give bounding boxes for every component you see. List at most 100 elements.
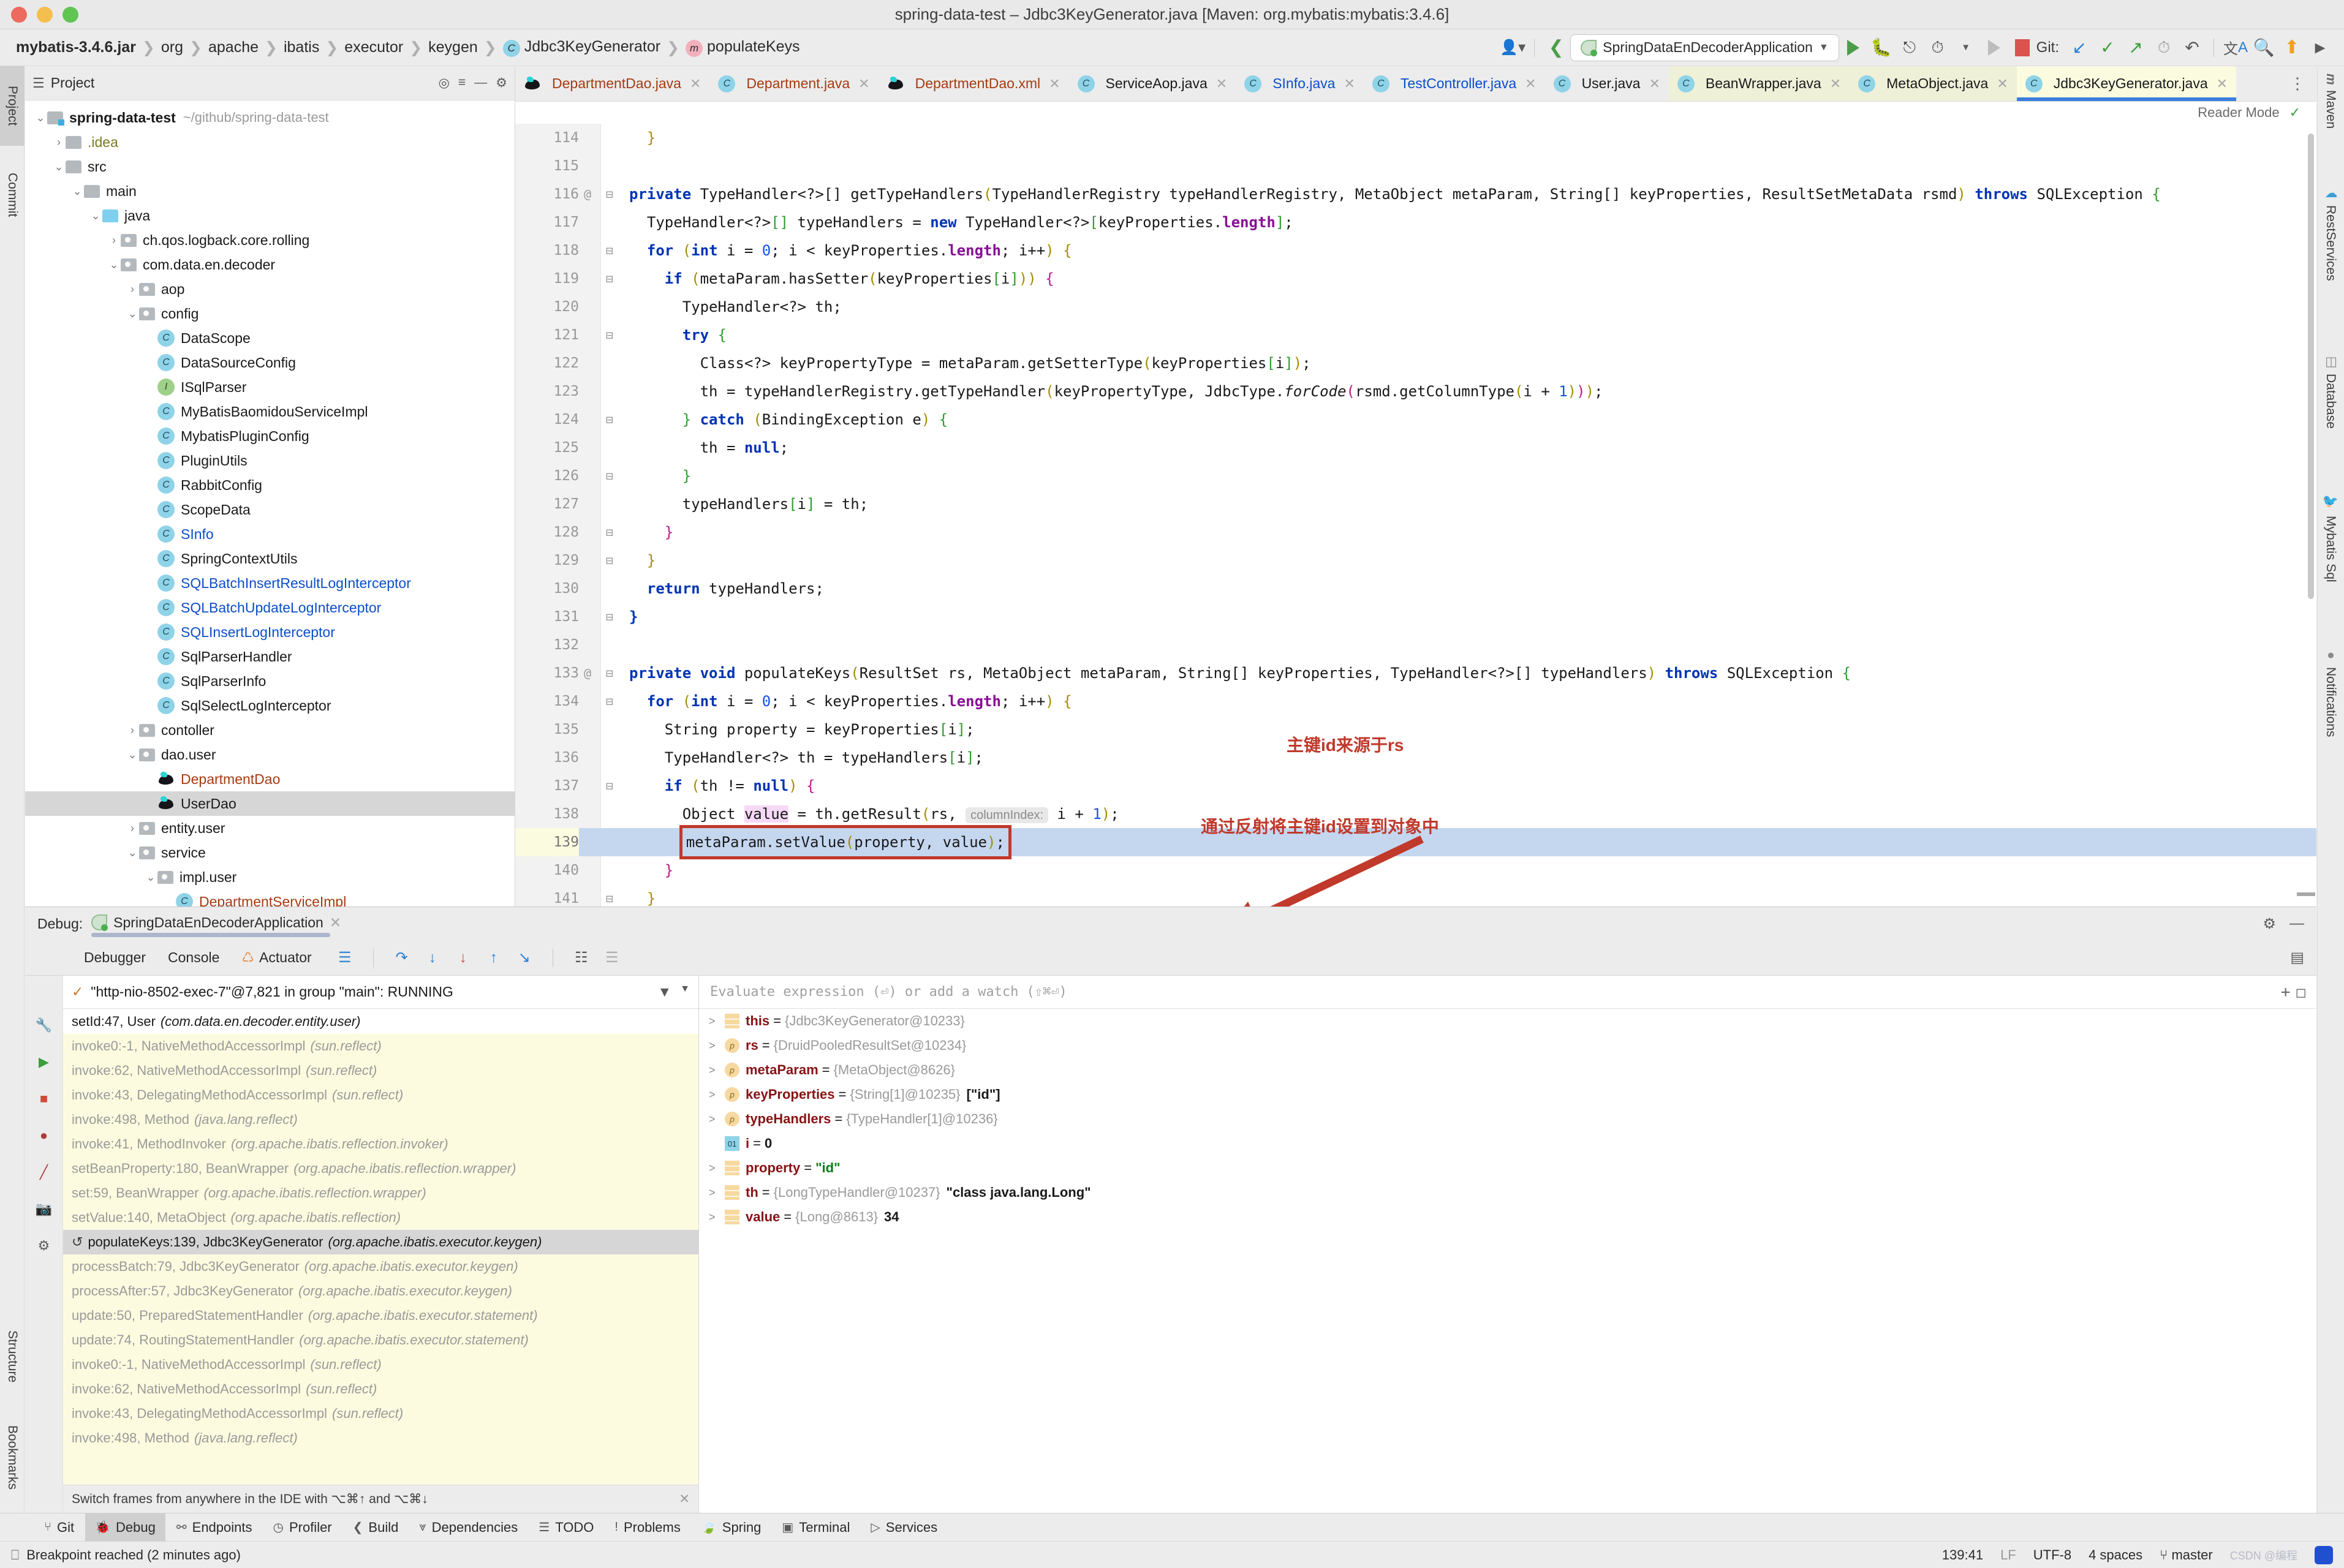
tab-sinfo-java[interactable]: C SInfo.java ✕ — [1236, 66, 1364, 101]
code-line-121[interactable]: 121 ⊟ try { — [515, 321, 2316, 349]
frame-row[interactable]: invoke:62, NativeMethodAccessorImpl (sun.… — [63, 1377, 698, 1401]
chevron-down-icon[interactable]: ⌄ — [107, 258, 121, 271]
chevron-right-icon[interactable]: > — [709, 1039, 725, 1052]
chevron-down-icon[interactable]: ⌄ — [126, 307, 139, 320]
git-branch[interactable]: ⑂ master — [2160, 1547, 2213, 1563]
tree-node-config[interactable]: ⌄ config — [25, 301, 515, 326]
chevron-right-icon[interactable]: > — [709, 1088, 725, 1101]
add-watch-icon[interactable]: + — [2281, 983, 2297, 1001]
undo-icon[interactable]: ↶ — [2178, 34, 2206, 62]
breadcrumb-item-keygen[interactable]: keygen — [425, 39, 482, 56]
chevron-right-icon[interactable]: > — [709, 1211, 725, 1224]
chevron-right-icon[interactable]: › — [107, 234, 121, 247]
camera-icon[interactable]: 📷 — [34, 1199, 55, 1219]
bottom-tab-todo[interactable]: ☰ TODO — [529, 1513, 603, 1542]
tree-node-sqlselectloginterceptor[interactable]: C SqlSelectLogInterceptor — [25, 693, 515, 718]
chevron-right-icon[interactable]: > — [709, 1186, 725, 1199]
reader-mode-check-icon[interactable]: ✓ — [2289, 105, 2301, 121]
breadcrumb-item-apache[interactable]: apache — [205, 39, 262, 56]
gear-icon[interactable]: ⚙ — [2263, 915, 2276, 933]
mute-breakpoints-icon[interactable]: ☰ — [602, 948, 622, 968]
tree-node-java[interactable]: ⌄ java — [25, 203, 515, 228]
hide-icon[interactable]: — — [474, 75, 487, 91]
code-line-124[interactable]: 124 ⊟ } catch (BindingException e) { — [515, 405, 2316, 434]
rerun-icon[interactable] — [1980, 34, 2008, 62]
editor-vertical-scrollbar[interactable] — [2308, 134, 2314, 599]
variable-row[interactable]: > value = {Long@8613} 34 — [699, 1205, 2316, 1229]
sidebar-item-notifications[interactable]: ● Notifications — [2317, 648, 2344, 801]
close-tab-icon[interactable]: ✕ — [690, 76, 701, 92]
code-fold-icon[interactable]: ⊟ — [606, 236, 613, 265]
code-fold-icon[interactable]: ⊟ — [606, 603, 613, 631]
chevron-down-icon[interactable]: ⌄ — [34, 111, 47, 124]
chevron-down-icon[interactable]: ⌄ — [70, 185, 84, 198]
resume-icon[interactable]: ▶ — [34, 1052, 55, 1072]
profiler-dropdown-icon[interactable]: ▼ — [1952, 34, 1980, 62]
override-marker-icon[interactable]: @ — [584, 659, 591, 687]
mute-icon[interactable]: ● — [34, 1125, 55, 1146]
breadcrumb[interactable]: mybatis-3.4.6.jar ❯ org ❯ apache ❯ ibati… — [12, 38, 804, 57]
tree-node-mybatispluginconfig[interactable]: C MybatisPluginConfig — [25, 424, 515, 448]
chevron-right-icon[interactable]: > — [709, 1064, 725, 1077]
chevron-right-icon[interactable]: › — [126, 822, 139, 835]
search-icon[interactable]: 🔍 — [2250, 34, 2278, 62]
code-line-120[interactable]: 120 TypeHandler<?> th; — [515, 293, 2316, 321]
bottom-tab-git[interactable]: ⑂ Git — [34, 1513, 84, 1542]
tab-actuator[interactable]: ♺ Actuator — [232, 949, 321, 966]
tree-node-com-data-en-decoder[interactable]: ⌄ com.data.en.decoder — [25, 252, 515, 277]
tree-node-src[interactable]: ⌄ src — [25, 154, 515, 179]
tab-serviceaop-java[interactable]: C ServiceAop.java ✕ — [1069, 66, 1236, 101]
target-icon[interactable]: ◎ — [439, 75, 450, 91]
tree-node-sqlbatchinsertresultloginterceptor[interactable]: C SQLBatchInsertResultLogInterceptor — [25, 571, 515, 595]
tree-node-ch-qos-logback-core-rolling[interactable]: › ch.qos.logback.core.rolling — [25, 228, 515, 252]
breadcrumb-item-method[interactable]: m populateKeys — [682, 38, 804, 57]
tree-node-sinfo[interactable]: C SInfo — [25, 522, 515, 546]
code-line-133[interactable]: 133 @ ⊟ private void populateKeys(ResultSet… — [515, 659, 2316, 687]
collapse-icon[interactable]: ≡ — [458, 75, 466, 91]
code-line-125[interactable]: 125 th = null; — [515, 434, 2316, 462]
tree-node-entity-user[interactable]: › entity.user — [25, 816, 515, 840]
bottom-tab-terminal[interactable]: ▣ Terminal — [772, 1513, 860, 1542]
close-tab-icon[interactable]: ✕ — [1830, 76, 1841, 92]
translate-icon[interactable]: 文A — [2221, 34, 2250, 62]
frame-row[interactable]: ↺ populateKeys:139, Jdbc3KeyGenerator (org… — [63, 1230, 698, 1254]
debug-session-tab[interactable]: SpringDataEnDecoderApplication ✕ — [91, 914, 341, 937]
frame-row[interactable]: invoke:41, MethodInvoker (org.apache.ibat… — [63, 1132, 698, 1156]
line-separator[interactable]: LF — [2000, 1547, 2016, 1563]
tree-node--idea[interactable]: › .idea — [25, 130, 515, 154]
tree-node-datascope[interactable]: C DataScope — [25, 326, 515, 350]
breadcrumb-item-org[interactable]: org — [157, 39, 187, 56]
variable-row[interactable]: > p metaParam = {MetaObject@8626} — [699, 1058, 2316, 1082]
watch-input[interactable]: Evaluate expression (⏎) or add a watch (… — [699, 976, 2316, 1009]
code-line-118[interactable]: 118 ⊟ for (int i = 0; i < keyProperties.l… — [515, 236, 2316, 265]
chevron-down-icon[interactable]: ▼ — [680, 984, 690, 1000]
frame-row[interactable]: update:74, RoutingStatementHandler (org.a… — [63, 1328, 698, 1352]
bottom-tab-services[interactable]: ▷ Services — [861, 1513, 947, 1542]
sidebar-item-structure[interactable]: Structure — [0, 1311, 25, 1403]
frame-row[interactable]: setBeanProperty:180, BeanWrapper (org.apa… — [63, 1156, 698, 1181]
tree-node-aop[interactable]: › aop — [25, 277, 515, 301]
code-line-126[interactable]: 126 ⊟ } — [515, 462, 2316, 490]
no-breakpoints-icon[interactable]: ╱ — [34, 1162, 55, 1183]
tree-node-scopedata[interactable]: C ScopeData — [25, 497, 515, 522]
stop-icon[interactable]: ■ — [34, 1088, 55, 1109]
tab-departmentdao-java[interactable]: DepartmentDao.java ✕ — [515, 66, 709, 101]
variables-list[interactable]: > this = {Jdbc3KeyGenerator@10233} > p rs = {Dru… — [699, 1009, 2316, 1229]
code-fold-icon[interactable]: ⊟ — [606, 462, 613, 490]
variable-row[interactable]: > this = {Jdbc3KeyGenerator@10233} — [699, 1009, 2316, 1033]
close-tab-icon[interactable]: ✕ — [1649, 76, 1660, 92]
tree-node-impl-user[interactable]: ⌄ impl.user — [25, 865, 515, 889]
frames-list[interactable]: setId:47, User (com.data.en.decoder.entit… — [63, 1009, 698, 1485]
variable-row[interactable]: > property = "id" — [699, 1156, 2316, 1180]
frame-row[interactable]: invoke:498, Method (java.lang.reflect) — [63, 1107, 698, 1132]
code-line-116[interactable]: 116 @ ⊟ private TypeHandler<?>[] getTypeHan… — [515, 180, 2316, 208]
code-line-115[interactable]: 115 — [515, 152, 2316, 180]
step-out-icon[interactable]: ↑ — [484, 948, 504, 968]
breadcrumb-item-jar[interactable]: mybatis-3.4.6.jar — [12, 39, 140, 56]
tab-overflow-menu-icon[interactable]: ⋮ — [2278, 66, 2316, 101]
tree-node-spring-data-test[interactable]: ⌄ spring-data-test ~/github/spring-data-te… — [25, 105, 515, 130]
frame-row[interactable]: invoke0:-1, NativeMethodAccessorImpl (sun… — [63, 1034, 698, 1058]
tree-node-sqlinsertloginterceptor[interactable]: C SQLInsertLogInterceptor — [25, 620, 515, 644]
variable-row[interactable]: > p typeHandlers = {TypeHandler[1]@10236} — [699, 1107, 2316, 1131]
tree-node-springcontextutils[interactable]: C SpringContextUtils — [25, 546, 515, 571]
